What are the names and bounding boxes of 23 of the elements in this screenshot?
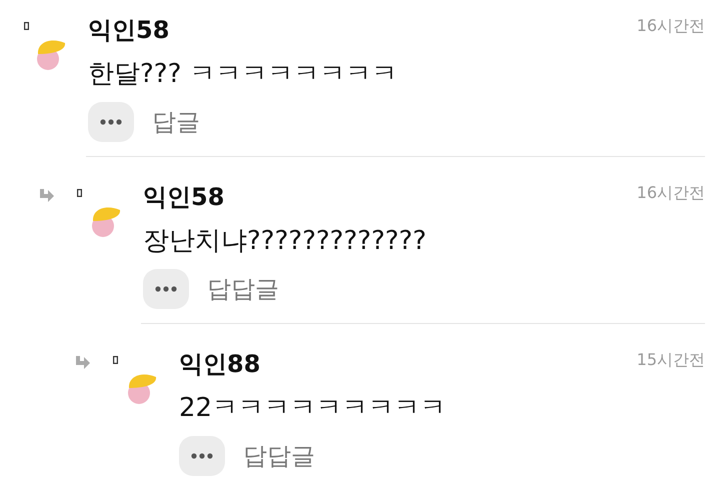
reply-arrow-icon — [74, 356, 91, 370]
author-name: 익인88 — [179, 349, 260, 380]
author-name: 익인58 — [88, 15, 170, 46]
reply-link[interactable]: 답답글 — [207, 273, 279, 305]
more-icon — [191, 453, 213, 459]
timestamp: 16시간전 — [636, 15, 705, 37]
reply-arrow-icon — [38, 189, 55, 203]
reply-link[interactable]: 답답글 — [243, 440, 315, 472]
timestamp: 16시간전 — [636, 182, 705, 204]
more-button[interactable] — [143, 269, 189, 309]
rectangle-icon — [24, 22, 29, 30]
timestamp: 15시간전 — [636, 349, 705, 371]
more-icon — [155, 286, 177, 292]
more-icon — [100, 119, 122, 125]
rectangle-icon — [113, 356, 118, 364]
rectangle-icon — [77, 189, 82, 197]
reply-link[interactable]: 답글 — [152, 106, 200, 138]
more-button[interactable] — [88, 102, 134, 142]
more-button[interactable] — [179, 436, 225, 476]
author-name: 익인58 — [143, 182, 224, 213]
comment-text: 한달??? ㅋㅋㅋㅋㅋㅋㅋㅋ — [88, 58, 399, 91]
comment-text: 22ㅋㅋㅋㅋㅋㅋㅋㅋㅋ — [179, 392, 448, 425]
comment-text: 장난치냐????????????? — [143, 225, 428, 258]
